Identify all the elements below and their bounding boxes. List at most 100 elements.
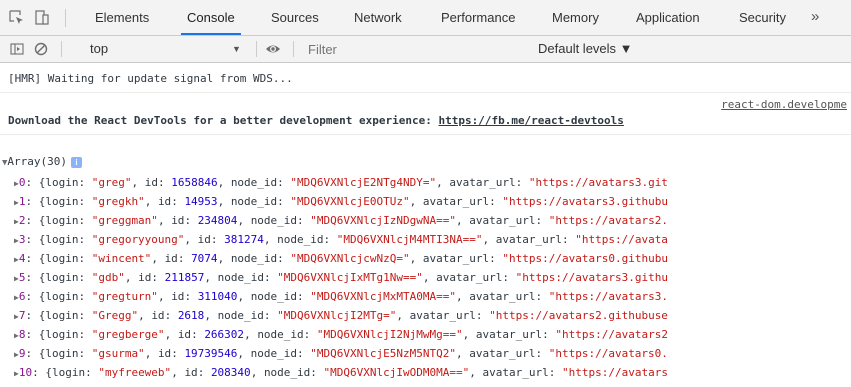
row-punct: ,: [157, 290, 172, 303]
row-key: id: [164, 252, 178, 265]
more-tabs-button[interactable]: »: [811, 0, 819, 35]
array-row[interactable]: ▶3: {login: "gregoryyoung", id: 381274, …: [0, 230, 851, 249]
row-punct: :: [542, 328, 556, 341]
row-punct: :: [535, 290, 549, 303]
toolbar-separator: [61, 41, 62, 57]
row-punct: ,: [237, 290, 251, 303]
row-punct: : {: [25, 290, 46, 303]
tab-security[interactable]: Security: [739, 0, 786, 35]
row-key: id: [177, 328, 192, 341]
row-key: id: [197, 233, 211, 246]
array-row[interactable]: ▶2: {login: "greggman", id: 234804, node…: [0, 211, 851, 230]
row-punct: :: [191, 328, 205, 341]
array-expander[interactable]: ▼Array(30) i: [2, 155, 851, 168]
clear-console-icon[interactable]: [33, 41, 49, 57]
row-key: node_id: [250, 290, 298, 303]
javascript-context-select[interactable]: top ▼: [90, 36, 250, 62]
row-punct: ,: [217, 195, 231, 208]
array-row[interactable]: ▶1: {login: "gregkh", id: 14953, node_id…: [0, 192, 851, 211]
row-punct: :: [184, 214, 198, 227]
row-punct: ,: [455, 347, 470, 360]
filter-input[interactable]: [306, 36, 522, 64]
row-id-value: 234804: [197, 214, 238, 227]
row-punct: :: [489, 252, 503, 265]
row-punct: ,: [250, 366, 264, 379]
row-node-id-value: "MDQ6VXNlcjE2NTg4NDY=": [290, 176, 437, 189]
tab-performance[interactable]: Performance: [441, 0, 515, 35]
array-row[interactable]: ▶8: {login: "gregberge", id: 266302, nod…: [0, 325, 851, 344]
tab-elements[interactable]: Elements: [95, 0, 149, 35]
device-toolbar-icon[interactable]: [33, 9, 51, 27]
array-rows: ▶0: {login: "greg", id: 1658846, node_id…: [0, 173, 851, 382]
row-login-value: "gregkh": [91, 195, 145, 208]
tab-network[interactable]: Network: [354, 0, 402, 35]
info-icon[interactable]: i: [71, 157, 83, 168]
row-key: login: [51, 366, 86, 379]
row-punct: : {: [25, 328, 46, 341]
row-login-value: "greg": [91, 176, 132, 189]
row-login-value: "gdb": [91, 271, 125, 284]
row-punct: :: [78, 271, 92, 284]
row-id-value: 311040: [197, 290, 238, 303]
row-login-value: "greggman": [91, 214, 158, 227]
row-node-id-value: "MDQ6VXNlcjE5NzM5NTQ2": [310, 347, 456, 360]
row-key: login: [45, 176, 79, 189]
array-row[interactable]: ▶6: {login: "gregturn", id: 311040, node…: [0, 287, 851, 306]
array-row[interactable]: ▶7: {login: "Gregg", id: 2618, node_id: …: [0, 306, 851, 325]
row-punct: :: [78, 233, 92, 246]
row-key: avatar_url: [469, 290, 536, 303]
row-key: node_id: [250, 214, 298, 227]
row-punct: :: [548, 366, 562, 379]
array-row[interactable]: ▶9: {login: "gsurma", id: 19739546, node…: [0, 344, 851, 363]
row-punct: : {: [25, 347, 46, 360]
row-id-value: 208340: [210, 366, 251, 379]
tab-application[interactable]: Application: [636, 0, 700, 35]
chevron-down-icon: ▼: [232, 44, 241, 54]
row-avatar-url-value: "https://avatars: [561, 366, 668, 379]
row-key: login: [45, 271, 79, 284]
show-sidebar-icon[interactable]: [9, 41, 25, 57]
row-key: id: [151, 309, 165, 322]
row-key: node_id: [230, 252, 278, 265]
row-id-value: 2618: [177, 309, 205, 322]
row-punct: :: [535, 347, 549, 360]
row-key: node_id: [230, 176, 278, 189]
row-punct: :: [78, 309, 92, 322]
row-key: id: [144, 176, 158, 189]
toolbar-separator: [293, 41, 294, 57]
row-key: login: [45, 233, 79, 246]
row-node-id-value: "MDQ6VXNlcjMxMTA0MA==": [310, 290, 456, 303]
row-key: avatar_url: [469, 347, 536, 360]
inspect-element-icon[interactable]: [8, 9, 26, 27]
array-row[interactable]: ▶4: {login: "wincent", id: 7074, node_id…: [0, 249, 851, 268]
row-punct: :: [78, 290, 92, 303]
row-key: node_id: [217, 271, 264, 284]
row-punct: : {: [25, 309, 46, 322]
row-node-id-value: "MDQ6VXNlcjI2NjMwMg==": [316, 328, 463, 341]
tab-memory[interactable]: Memory: [552, 0, 599, 35]
live-expression-eye-icon[interactable]: [265, 41, 281, 57]
row-login-value: "wincent": [91, 252, 152, 265]
array-row[interactable]: ▶5: {login: "gdb", id: 211857, node_id: …: [0, 268, 851, 287]
row-punct: ,: [456, 214, 470, 227]
tab-console[interactable]: Console: [181, 0, 241, 35]
array-row[interactable]: ▶10: {login: "myfreeweb", id: 208340, no…: [0, 363, 851, 382]
row-key: login: [45, 309, 79, 322]
row-key: login: [45, 347, 79, 360]
tab-bar-separator: [65, 9, 66, 27]
row-punct: :: [297, 214, 311, 227]
row-punct: :: [535, 214, 549, 227]
row-punct: ,: [217, 176, 231, 189]
row-punct: :: [171, 347, 185, 360]
source-link[interactable]: react-dom.developme: [721, 98, 847, 111]
array-row[interactable]: ▶0: {login: "greg", id: 1658846, node_id…: [0, 173, 851, 192]
log-levels-dropdown[interactable]: Default levels ▼: [538, 36, 633, 62]
tab-sources[interactable]: Sources: [271, 0, 319, 35]
devtools-url-link[interactable]: https://fb.me/react-devtools: [438, 114, 623, 127]
row-key: login: [45, 214, 79, 227]
row-punct: :: [489, 195, 503, 208]
row-avatar-url-value: "https://avatars2.githubuse: [489, 309, 668, 322]
row-key: id: [138, 271, 152, 284]
row-punct: :: [277, 252, 291, 265]
row-avatar-url-value: "https://avatars3.githubu: [502, 195, 668, 208]
